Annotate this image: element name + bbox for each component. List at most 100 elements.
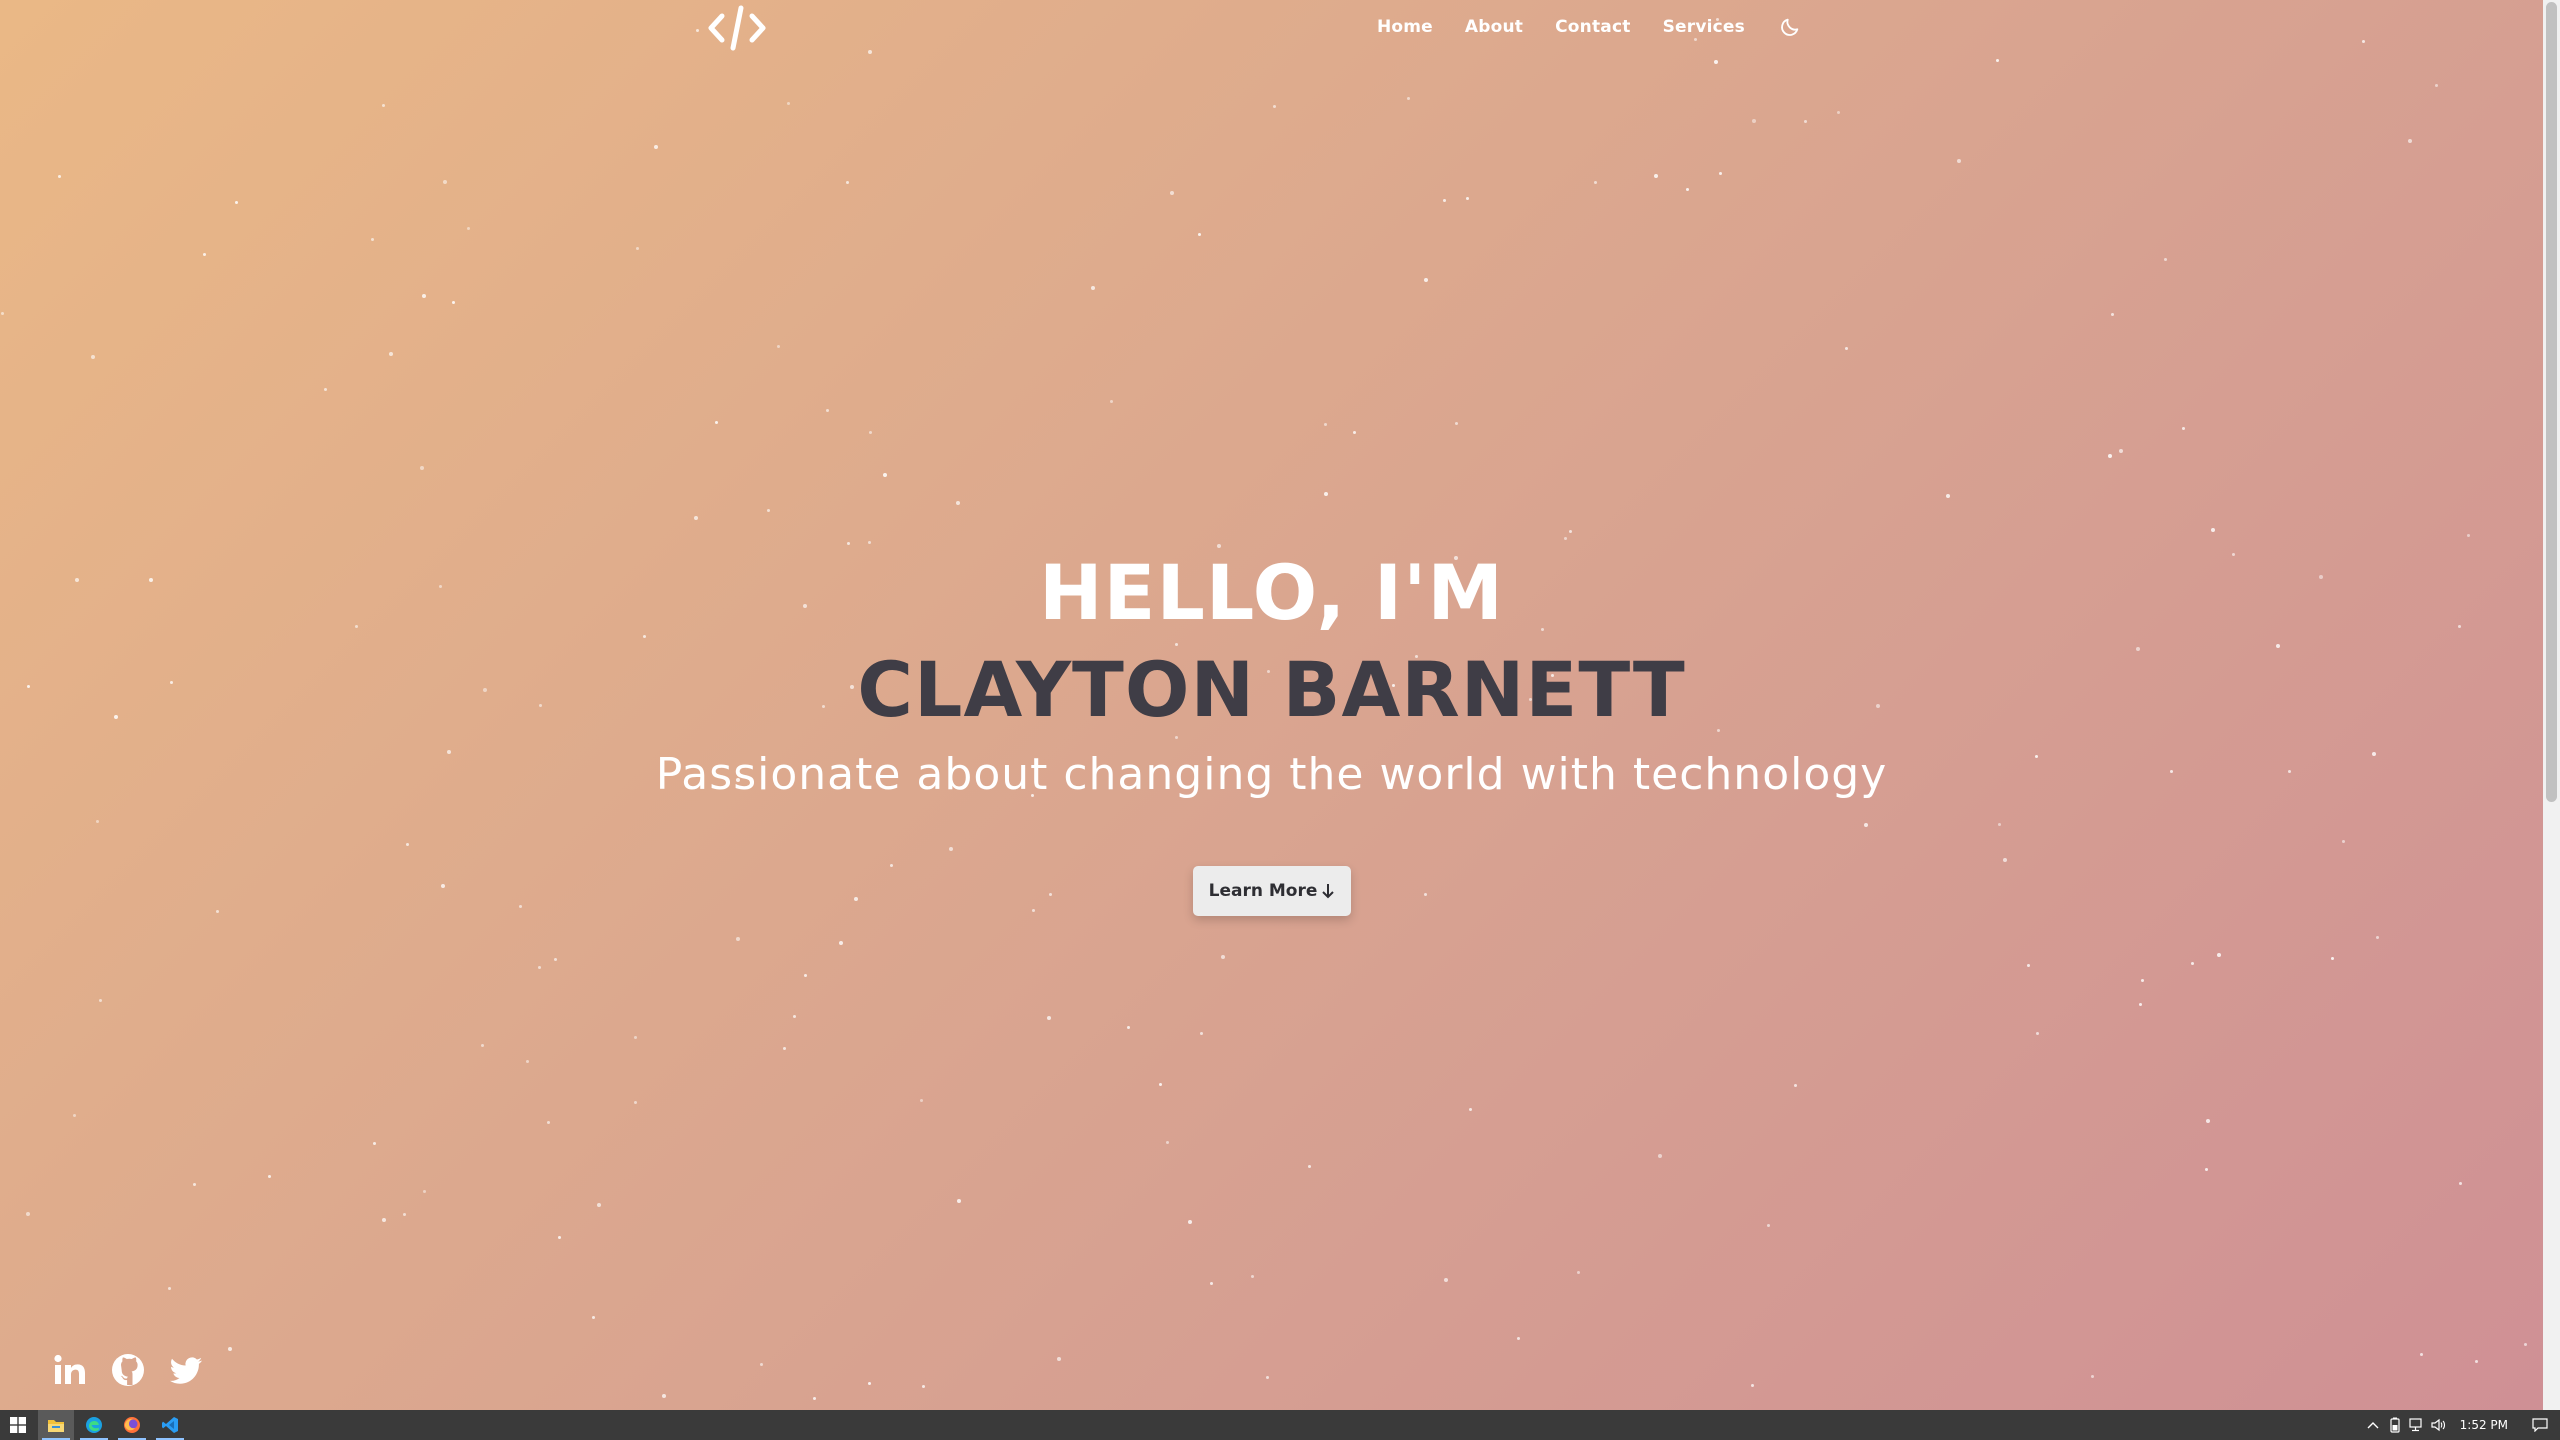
star-dot	[554, 958, 557, 961]
star-dot	[2376, 936, 2379, 939]
star-dot	[636, 247, 639, 250]
star-dot	[519, 905, 522, 908]
star-dot	[268, 1175, 271, 1178]
star-dot	[1032, 909, 1035, 912]
learn-more-button[interactable]: Learn More	[1193, 866, 1351, 916]
star-dot	[1714, 60, 1718, 64]
star-dot	[2217, 953, 2221, 957]
twitter-icon[interactable]	[168, 1352, 204, 1388]
edge-icon[interactable]	[76, 1410, 112, 1440]
star-dot	[371, 238, 374, 241]
vscode-icon[interactable]	[152, 1410, 188, 1440]
linkedin-icon[interactable]	[52, 1352, 88, 1388]
star-dot	[193, 1183, 196, 1186]
star-dot	[1057, 1357, 1061, 1361]
star-dot	[1444, 1278, 1448, 1282]
system-tray: 1:52 PM	[2362, 1410, 2560, 1440]
star-dot	[1198, 233, 1201, 236]
star-dot	[423, 1190, 426, 1193]
star-dot	[422, 294, 426, 298]
star-dot	[1794, 1084, 1797, 1087]
star-dot	[1047, 1016, 1051, 1020]
star-dot	[922, 1385, 925, 1388]
star-dot	[868, 50, 872, 54]
code-logo-icon[interactable]	[706, 2, 768, 54]
star-dot	[1, 312, 4, 315]
star-dot	[1837, 111, 1840, 114]
star-dot	[1469, 1108, 1472, 1111]
learn-more-label: Learn More	[1208, 881, 1318, 901]
star-dot	[826, 409, 829, 412]
notification-icon[interactable]	[2520, 1410, 2560, 1440]
arrow-down-icon	[1322, 884, 1335, 899]
star-dot	[467, 227, 470, 230]
windows-taskbar: 1:52 PM	[0, 1410, 2560, 1440]
star-dot	[634, 1036, 637, 1039]
star-dot	[847, 542, 850, 545]
star-dot	[2459, 1182, 2462, 1185]
star-dot	[2182, 427, 2185, 430]
nav-home-link[interactable]: Home	[1377, 17, 1433, 37]
star-dot	[526, 1060, 529, 1063]
star-dot	[1804, 120, 1807, 123]
page-scrollbar[interactable]	[2543, 0, 2560, 1410]
chevron-up-icon[interactable]	[2362, 1410, 2384, 1440]
star-dot	[1594, 181, 1597, 184]
scrollbar-thumb[interactable]	[2546, 2, 2557, 802]
star-dot	[1686, 188, 1689, 191]
star-dot	[26, 1212, 30, 1216]
file-explorer-icon[interactable]	[38, 1410, 74, 1440]
star-dot	[1946, 494, 1950, 498]
nav-services-link[interactable]: Services	[1663, 17, 1745, 37]
firefox-icon[interactable]	[114, 1410, 150, 1440]
star-dot	[1569, 530, 1572, 533]
star-dot	[1210, 1282, 1213, 1285]
star-dot	[1466, 197, 1469, 200]
taskbar-clock[interactable]: 1:52 PM	[2450, 1418, 2520, 1432]
star-dot	[420, 466, 424, 470]
star-dot	[1658, 1154, 1662, 1158]
star-dot	[787, 102, 790, 105]
star-dot	[2139, 1003, 2142, 1006]
nav-contact-link[interactable]: Contact	[1555, 17, 1630, 37]
star-dot	[1517, 1337, 1520, 1340]
star-dot	[441, 884, 445, 888]
dark-mode-toggle[interactable]	[1777, 14, 1803, 40]
battery-icon[interactable]	[2384, 1410, 2406, 1440]
star-dot	[804, 974, 807, 977]
star-dot	[1564, 537, 1567, 540]
star-dot	[403, 1213, 406, 1216]
star-dot	[382, 104, 385, 107]
star-dot	[662, 1394, 666, 1398]
star-dot	[389, 352, 393, 356]
star-dot	[1200, 1032, 1203, 1035]
star-dot	[235, 201, 238, 204]
star-dot	[1170, 191, 1174, 195]
star-dot	[443, 180, 447, 184]
star-dot	[760, 1363, 763, 1366]
star-dot	[890, 864, 893, 867]
star-dot	[2205, 1168, 2208, 1171]
star-dot	[2191, 962, 2194, 965]
star-dot	[783, 1047, 786, 1050]
star-dot	[2164, 258, 2167, 261]
star-dot	[406, 843, 409, 846]
star-dot	[99, 999, 102, 1002]
star-dot	[1251, 1275, 1254, 1278]
volume-icon[interactable]	[2428, 1410, 2450, 1440]
github-icon[interactable]	[110, 1352, 146, 1388]
star-dot	[1221, 955, 1225, 959]
star-dot	[2524, 1343, 2527, 1346]
star-dot	[2108, 454, 2112, 458]
star-dot	[1175, 736, 1178, 739]
nav-about-link[interactable]: About	[1465, 17, 1523, 37]
star-dot	[1110, 400, 1113, 403]
star-dot	[1864, 823, 1868, 827]
network-icon[interactable]	[2406, 1410, 2428, 1440]
start-icon[interactable]	[0, 1410, 36, 1440]
star-dot	[1424, 893, 1427, 896]
social-links	[52, 1352, 204, 1388]
star-dot	[2119, 449, 2123, 453]
star-dot	[1127, 1026, 1130, 1029]
star-dot	[854, 897, 858, 901]
